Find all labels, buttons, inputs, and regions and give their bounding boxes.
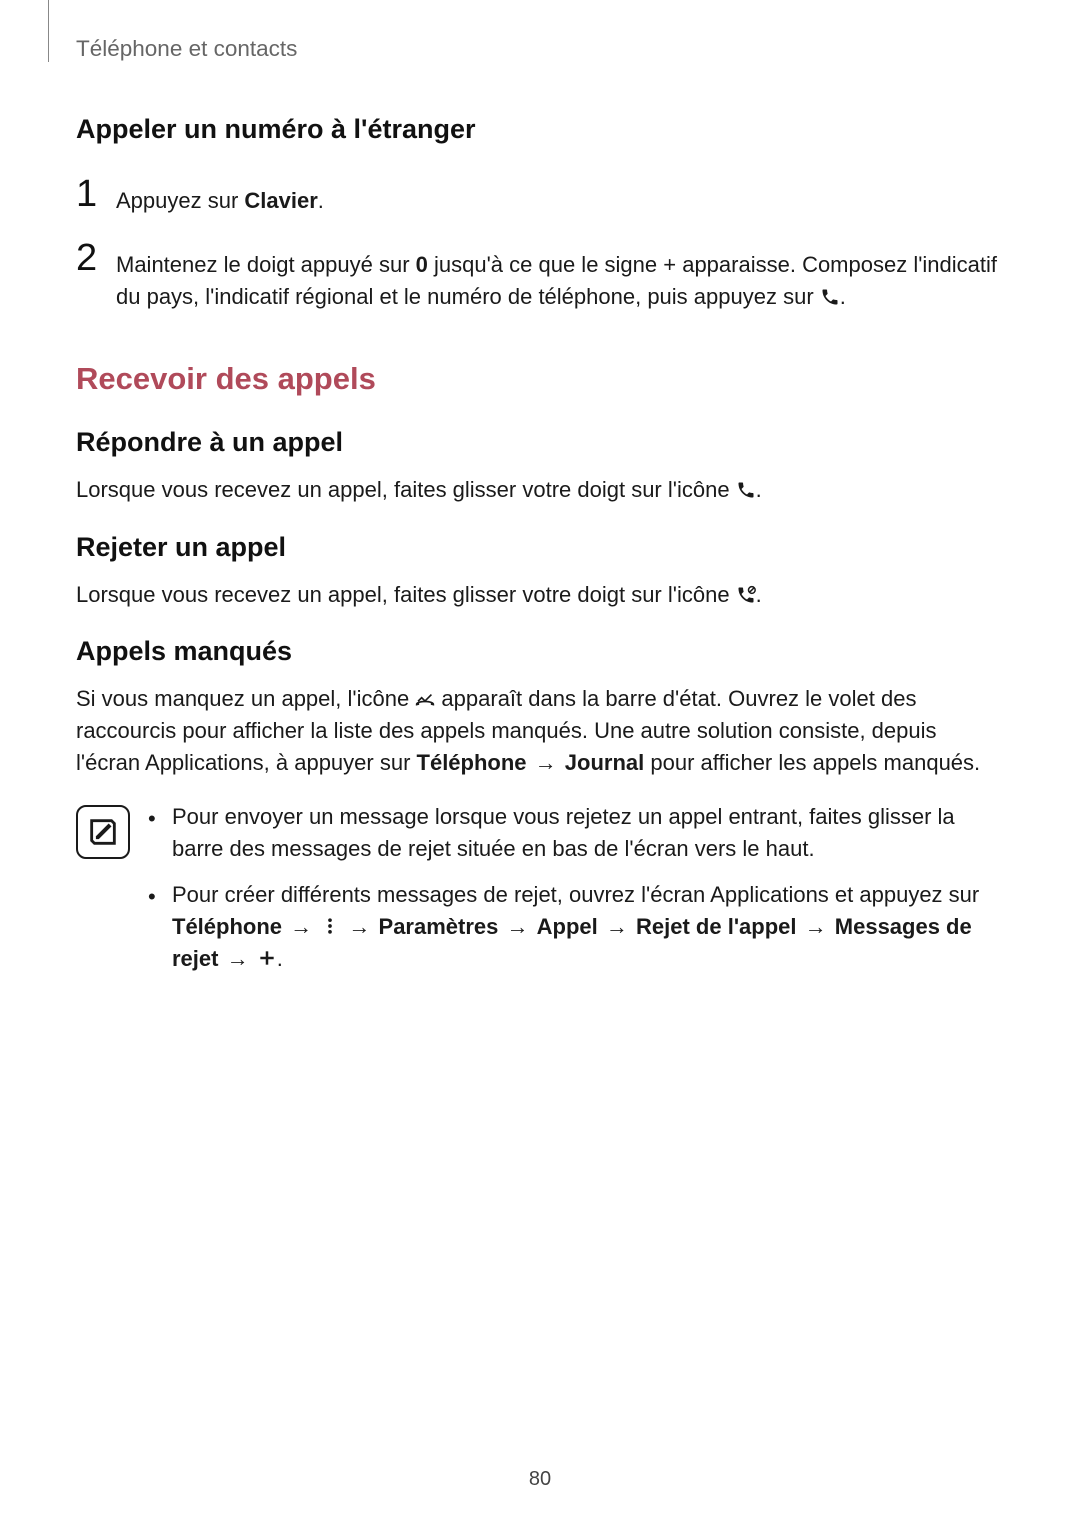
bold-text: Téléphone: [172, 914, 282, 939]
text-fragment: .: [840, 284, 846, 309]
step-2: 2 Maintenez le doigt appuyé sur 0 jusqu'…: [76, 239, 1004, 313]
heading-reject-call: Rejeter un appel: [76, 532, 1004, 563]
arrow-text: →: [288, 911, 314, 943]
phone-icon: [820, 284, 840, 304]
bullet-text: Pour envoyer un message lorsque vous rej…: [172, 801, 1004, 865]
arrow-text: →: [225, 943, 251, 975]
text-fragment: .: [318, 188, 324, 213]
phone-answer-icon: [736, 477, 756, 497]
bullet-dot: •: [148, 801, 172, 835]
bold-text: Journal: [565, 750, 644, 775]
heading-answer-call: Répondre à un appel: [76, 427, 1004, 458]
heading-receive-calls: Recevoir des appels: [76, 361, 1004, 397]
bold-text: Rejet de l'appel: [636, 914, 797, 939]
text-fragment: Appuyez sur: [116, 188, 244, 213]
missed-call-icon: [415, 686, 435, 706]
paragraph-missed: Si vous manquez un appel, l'icône appara…: [76, 683, 1004, 779]
bullet-text: Pour créer différents messages de rejet,…: [172, 879, 1004, 975]
plus-icon: [257, 945, 277, 965]
text-fragment: Lorsque vous recevez un appel, faites gl…: [76, 477, 736, 502]
note-content: • Pour envoyer un message lorsque vous r…: [148, 801, 1004, 988]
arrow-text: →: [346, 911, 372, 943]
bold-text: Clavier: [244, 188, 317, 213]
text-fragment: Pour créer différents messages de rejet,…: [172, 882, 979, 907]
arrow-text: →: [505, 911, 531, 943]
heading-call-abroad: Appeler un numéro à l'étranger: [76, 114, 1004, 145]
page-header: Téléphone et contacts: [0, 0, 1080, 62]
bold-text: 0: [416, 252, 428, 277]
step-number: 2: [76, 239, 116, 277]
step-text: Appuyez sur Clavier.: [116, 175, 324, 217]
text-fragment: pour afficher les appels manqués.: [644, 750, 980, 775]
step-1: 1 Appuyez sur Clavier.: [76, 175, 1004, 217]
paragraph-answer: Lorsque vous recevez un appel, faites gl…: [76, 474, 1004, 506]
bold-text: Téléphone: [417, 750, 527, 775]
text-fragment: .: [756, 477, 762, 502]
text-fragment: Maintenez le doigt appuyé sur: [116, 252, 416, 277]
step-number: 1: [76, 175, 116, 213]
bullet-dot: •: [148, 879, 172, 913]
arrow-text: →: [803, 911, 829, 943]
bullet-item: • Pour créer différents messages de reje…: [148, 879, 1004, 975]
page-margin-line: [48, 0, 49, 62]
phone-reject-icon: [736, 582, 756, 602]
step-text: Maintenez le doigt appuyé sur 0 jusqu'à …: [116, 239, 1004, 313]
paragraph-reject: Lorsque vous recevez un appel, faites gl…: [76, 579, 1004, 611]
text-fragment: .: [756, 582, 762, 607]
text-fragment: .: [277, 946, 283, 971]
page-content: Appeler un numéro à l'étranger 1 Appuyez…: [0, 62, 1080, 989]
breadcrumb: Téléphone et contacts: [76, 36, 297, 61]
note-block: • Pour envoyer un message lorsque vous r…: [76, 801, 1004, 988]
note-icon: [76, 805, 130, 859]
text-fragment: Si vous manquez un appel, l'icône: [76, 686, 415, 711]
bold-text: Paramètres: [379, 914, 499, 939]
page-number: 80: [0, 1468, 1080, 1491]
heading-missed-calls: Appels manqués: [76, 636, 1004, 667]
more-options-icon: [320, 913, 340, 933]
bold-text: Appel: [537, 914, 598, 939]
arrow-text: →: [604, 911, 630, 943]
bullet-item: • Pour envoyer un message lorsque vous r…: [148, 801, 1004, 865]
text-fragment: Lorsque vous recevez un appel, faites gl…: [76, 582, 736, 607]
arrow-text: →: [533, 747, 559, 779]
